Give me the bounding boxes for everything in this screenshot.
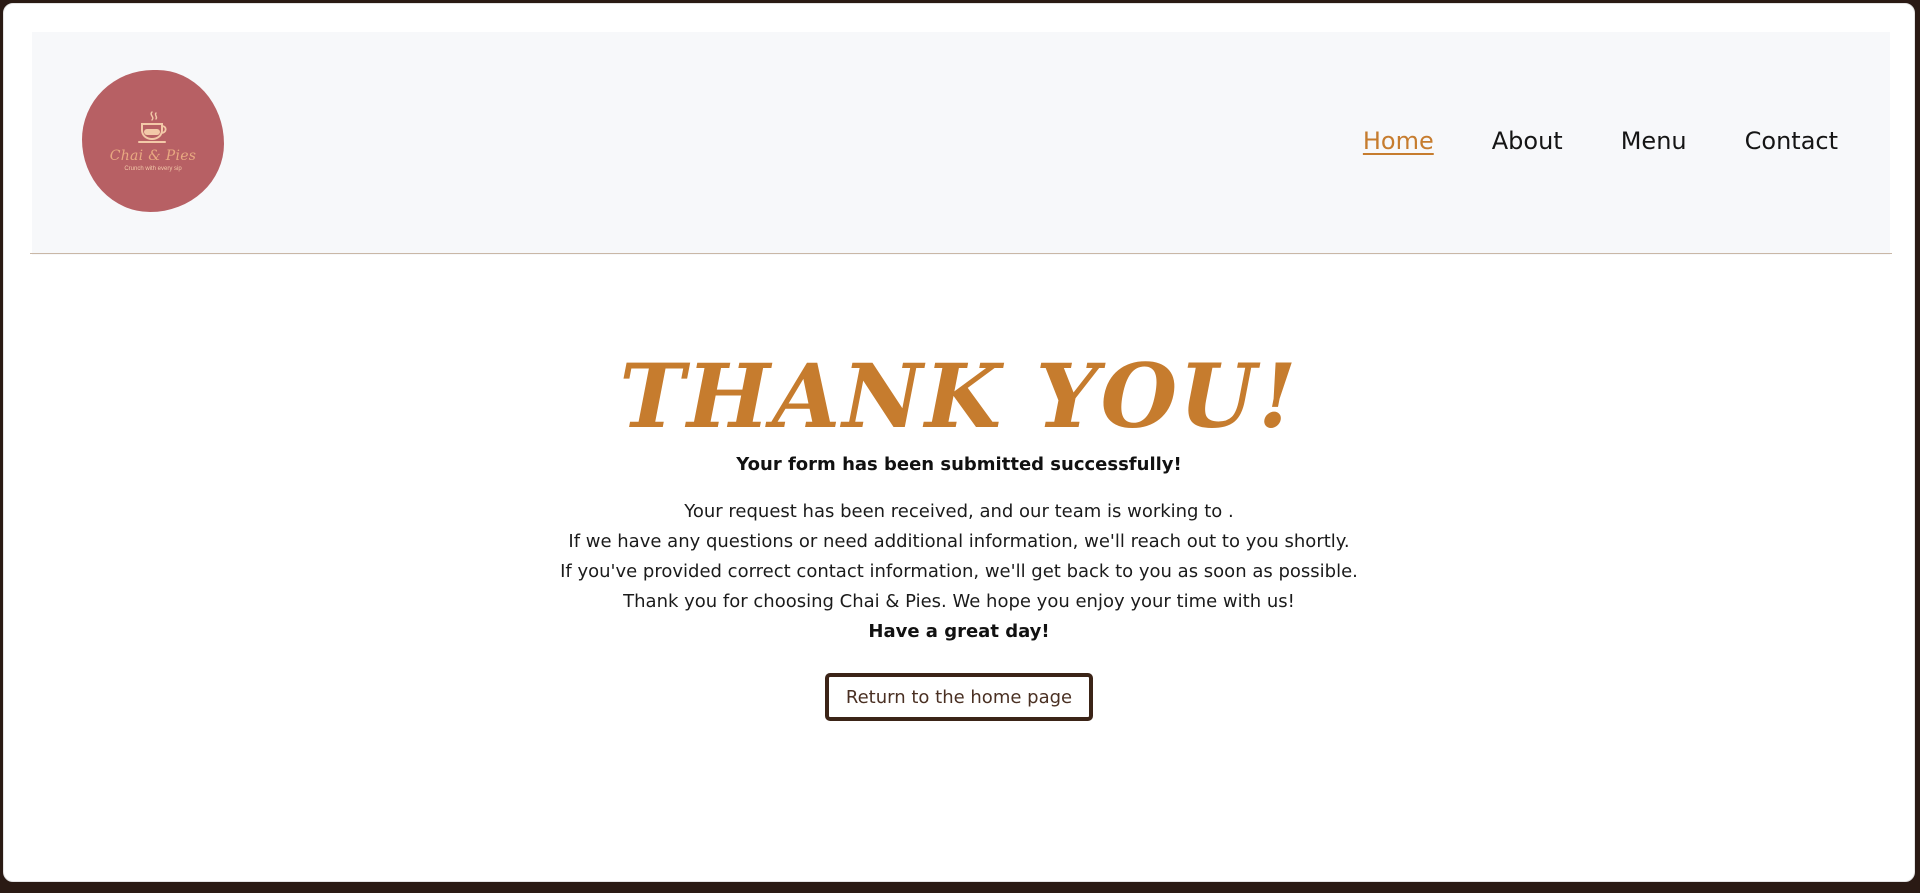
success-message: Your form has been submitted successfull… — [736, 454, 1182, 475]
main-nav: Home About Menu Contact — [1305, 127, 1838, 155]
nav-link-home[interactable]: Home — [1363, 127, 1434, 155]
header-divider — [30, 253, 1892, 254]
confirmation-body: Your request has been received, and our … — [4, 497, 1914, 647]
thank-you-heading: THANK YOU! — [619, 344, 1299, 448]
brand-logo[interactable]: Chai & Pies Crunch with every sip — [82, 70, 224, 212]
closing-line: Have a great day! — [868, 621, 1050, 642]
return-home-button[interactable]: Return to the home page — [824, 673, 1094, 721]
confirmation-content: THANK YOU! Your form has been submitted … — [4, 344, 1914, 721]
body-line-1: Your request has been received, and our … — [684, 501, 1234, 522]
body-line-2: If we have any questions or need additio… — [568, 531, 1350, 552]
brand-name: Chai & Pies — [109, 148, 197, 164]
body-line-4: Thank you for choosing Chai & Pies. We h… — [623, 591, 1295, 612]
nav-link-contact[interactable]: Contact — [1745, 127, 1838, 155]
nav-link-about[interactable]: About — [1492, 127, 1563, 155]
teacup-icon — [138, 111, 167, 143]
brand-tagline: Crunch with every sip — [124, 166, 182, 172]
browser-viewport: Chai & Pies Crunch with every sip Home A… — [3, 3, 1915, 882]
site-header: Chai & Pies Crunch with every sip Home A… — [32, 32, 1890, 255]
body-line-3: If you've provided correct contact infor… — [560, 561, 1358, 582]
nav-link-menu[interactable]: Menu — [1621, 127, 1687, 155]
